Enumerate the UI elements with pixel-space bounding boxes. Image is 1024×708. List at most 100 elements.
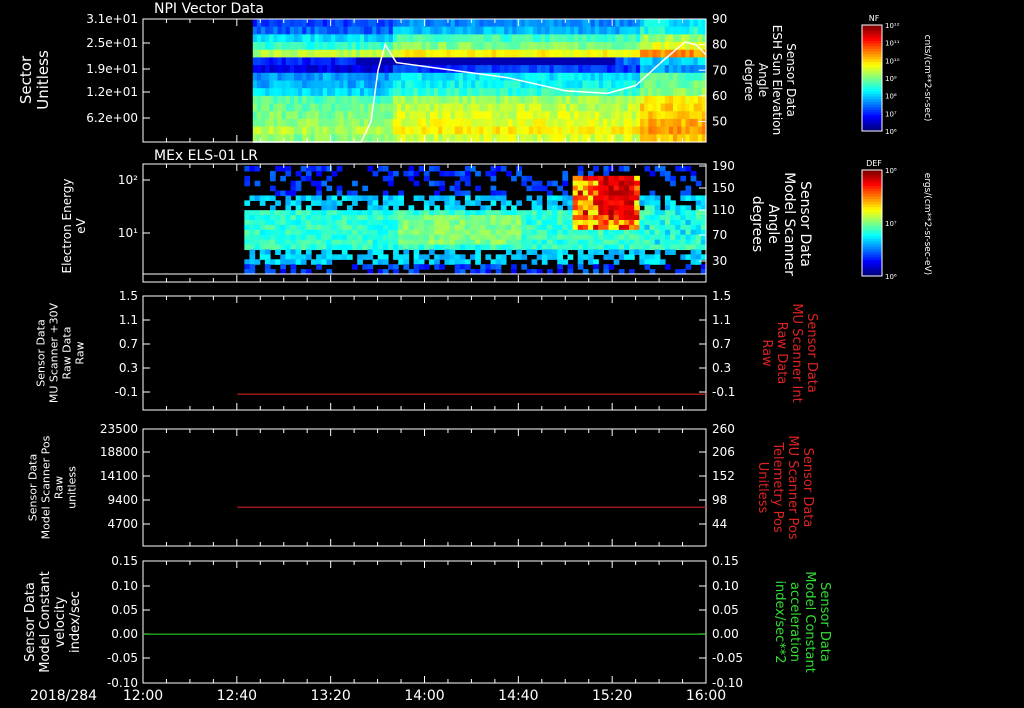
heatmap-cell bbox=[429, 220, 435, 226]
heatmap-cell bbox=[508, 26, 513, 35]
heatmap-cell bbox=[586, 126, 592, 135]
axis-label-line: Raw Data bbox=[60, 327, 73, 380]
heatmap-cell bbox=[450, 49, 456, 59]
heatmap-cell bbox=[377, 229, 384, 236]
heatmap-cell bbox=[321, 220, 328, 226]
heatmap-cell bbox=[343, 72, 349, 82]
heatmap-cell bbox=[392, 103, 398, 112]
ytick-left-label: 0.10 bbox=[111, 579, 138, 593]
heatmap-cell bbox=[490, 259, 497, 265]
heatmap-cell bbox=[594, 19, 600, 28]
heatmap-cell bbox=[318, 42, 324, 51]
heatmap-cell bbox=[434, 254, 440, 260]
heatmap-cell bbox=[454, 205, 461, 211]
heatmap-cell bbox=[475, 210, 481, 216]
heatmap-cell bbox=[629, 229, 635, 236]
heatmap-cell bbox=[302, 80, 307, 89]
heatmap-cell bbox=[664, 220, 671, 226]
heatmap-cell bbox=[403, 254, 410, 260]
heatmap-cell bbox=[608, 195, 615, 201]
heatmap-cell bbox=[618, 180, 625, 187]
heatmap-cell bbox=[376, 88, 382, 97]
heatmap-cell bbox=[403, 249, 410, 255]
heatmap-cell bbox=[446, 34, 452, 43]
heatmap-cell bbox=[500, 259, 507, 265]
heatmap-cell bbox=[425, 26, 431, 35]
heatmap-cell bbox=[664, 95, 670, 105]
heatmap-cell bbox=[660, 118, 666, 128]
heatmap-cell bbox=[362, 210, 369, 216]
heatmap-cell bbox=[644, 49, 649, 59]
heatmap-cell bbox=[664, 42, 670, 51]
heatmap-cell bbox=[321, 239, 328, 246]
heatmap-cell bbox=[351, 49, 357, 59]
heatmap-cell bbox=[611, 49, 616, 59]
heatmap-cell bbox=[475, 126, 480, 135]
heatmap-cell bbox=[634, 210, 640, 216]
heatmap-cell bbox=[649, 215, 656, 221]
heatmap-cell bbox=[690, 224, 697, 231]
heatmap-cell bbox=[285, 210, 292, 216]
heatmap-cell bbox=[516, 57, 522, 66]
heatmap-cell bbox=[640, 118, 645, 128]
heatmap-cell bbox=[693, 34, 699, 43]
heatmap-cell bbox=[281, 95, 287, 105]
heatmap-cell bbox=[572, 229, 579, 236]
heatmap-cell bbox=[442, 42, 448, 51]
heatmap-cell bbox=[341, 220, 348, 226]
heatmap-cell bbox=[326, 118, 332, 128]
heatmap-cell bbox=[368, 80, 373, 89]
heatmap-cell bbox=[664, 65, 670, 74]
heatmap-cell bbox=[644, 65, 649, 74]
heatmap-cell bbox=[693, 57, 699, 66]
ytick-right-label: 98 bbox=[712, 493, 727, 507]
heatmap-cell bbox=[322, 57, 328, 66]
heatmap-cell bbox=[553, 34, 559, 43]
heatmap-cell bbox=[396, 80, 402, 89]
heatmap-cell bbox=[528, 95, 534, 105]
heatmap-cell bbox=[574, 134, 579, 143]
heatmap-cell bbox=[305, 224, 312, 231]
heatmap-cell bbox=[528, 134, 534, 143]
heatmap-cell bbox=[615, 126, 621, 135]
heatmap-cell bbox=[664, 103, 670, 112]
heatmap-cell bbox=[594, 103, 600, 112]
heatmap-cell bbox=[321, 210, 328, 216]
heatmap-cell bbox=[475, 244, 481, 251]
heatmap-cell bbox=[685, 19, 691, 28]
heatmap-cell bbox=[582, 229, 589, 236]
heatmap-cell bbox=[619, 72, 625, 82]
heatmap-cell bbox=[549, 42, 555, 51]
heatmap-cell bbox=[413, 134, 419, 143]
heatmap-cell bbox=[524, 134, 530, 143]
heatmap-cell bbox=[314, 49, 320, 59]
heatmap-cell bbox=[316, 185, 322, 192]
heatmap-cell bbox=[254, 166, 261, 172]
heatmap-cell bbox=[454, 88, 460, 97]
heatmap-cell bbox=[387, 200, 394, 206]
heatmap-cell bbox=[306, 126, 312, 135]
heatmap-cell bbox=[372, 118, 377, 128]
heatmap-cell bbox=[335, 111, 340, 120]
heatmap-cell bbox=[387, 224, 394, 231]
heatmap-cell bbox=[413, 239, 420, 246]
heatmap-cell bbox=[302, 65, 307, 74]
heatmap-cell bbox=[640, 88, 645, 97]
heatmap-cell bbox=[516, 239, 522, 246]
heatmap-cell bbox=[367, 264, 374, 270]
heatmap-cell bbox=[346, 234, 353, 241]
heatmap-cell bbox=[408, 239, 415, 246]
heatmap-cell bbox=[429, 234, 435, 241]
heatmap-cell bbox=[244, 210, 251, 216]
heatmap-cell bbox=[396, 95, 402, 105]
heatmap-cell bbox=[570, 80, 575, 89]
axis-label-line: Raw Data bbox=[774, 322, 789, 385]
heatmap-cell bbox=[572, 195, 579, 201]
heatmap-cell bbox=[417, 57, 423, 66]
ytick-left-label: 9400 bbox=[107, 493, 138, 507]
heatmap-cell bbox=[359, 72, 365, 82]
heatmap-cell bbox=[275, 259, 281, 265]
heatmap-cell bbox=[475, 49, 480, 59]
heatmap-cell bbox=[256, 49, 262, 59]
heatmap-cell bbox=[401, 118, 406, 128]
